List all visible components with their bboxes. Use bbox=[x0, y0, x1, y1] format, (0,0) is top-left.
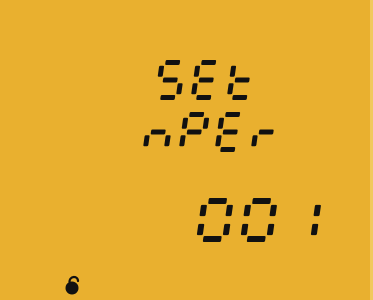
segment-e bbox=[251, 135, 258, 147]
segment-d bbox=[196, 95, 212, 100]
segment-g bbox=[258, 129, 274, 135]
segment-g bbox=[186, 129, 202, 135]
segment-a bbox=[165, 60, 181, 65]
segment-e bbox=[215, 135, 222, 147]
segment-e bbox=[240, 223, 249, 236]
lcd-segments bbox=[65, 60, 321, 295]
segment-c bbox=[266, 223, 275, 236]
segment-b bbox=[225, 204, 233, 217]
segment-e bbox=[196, 223, 205, 236]
segment-b bbox=[313, 204, 321, 217]
segment-f bbox=[229, 65, 237, 77]
segment-b bbox=[202, 117, 210, 129]
segment-g bbox=[222, 129, 238, 135]
segment-digit bbox=[143, 129, 171, 147]
segment-e bbox=[191, 83, 198, 95]
segment-a bbox=[201, 60, 217, 65]
segment-a bbox=[252, 198, 271, 204]
segment-f bbox=[193, 65, 201, 77]
segment-e bbox=[179, 135, 186, 147]
segment-f bbox=[217, 117, 225, 129]
segment-f bbox=[157, 65, 165, 77]
segment-d bbox=[160, 95, 176, 100]
segment-digit bbox=[215, 112, 241, 152]
segment-g bbox=[198, 77, 214, 83]
segment-d bbox=[232, 95, 248, 100]
display-value bbox=[196, 198, 321, 242]
segment-f bbox=[243, 204, 251, 217]
segment-b bbox=[269, 204, 277, 217]
segment-digit bbox=[179, 112, 210, 147]
segment-digit bbox=[191, 60, 217, 100]
segment-a bbox=[208, 198, 227, 204]
segment-digit bbox=[251, 129, 274, 147]
segment-d bbox=[202, 236, 222, 242]
segment-a bbox=[225, 112, 241, 117]
segment-f bbox=[181, 117, 189, 129]
segment-digit bbox=[227, 65, 250, 100]
segment-c bbox=[222, 223, 231, 236]
segment-g bbox=[150, 129, 166, 135]
segment-digit bbox=[196, 198, 233, 242]
display-line-2 bbox=[143, 112, 274, 152]
segment-digit bbox=[310, 204, 321, 236]
segment-c bbox=[176, 83, 183, 95]
segment-d bbox=[246, 236, 266, 242]
segment-f bbox=[199, 204, 207, 217]
segment-g bbox=[162, 77, 178, 83]
display-line-1 bbox=[157, 60, 250, 100]
segment-e bbox=[227, 83, 234, 95]
segment-digit bbox=[157, 60, 183, 100]
segment-c bbox=[164, 135, 171, 147]
segment-c bbox=[310, 223, 319, 236]
segment-d bbox=[220, 147, 236, 152]
unlock-icon bbox=[65, 275, 80, 295]
segment-g bbox=[234, 77, 250, 83]
segment-digit bbox=[240, 198, 277, 242]
segment-e bbox=[143, 135, 150, 147]
segment-a bbox=[189, 112, 205, 117]
lcd-screen: SEt nPEr 001 bbox=[0, 0, 373, 300]
